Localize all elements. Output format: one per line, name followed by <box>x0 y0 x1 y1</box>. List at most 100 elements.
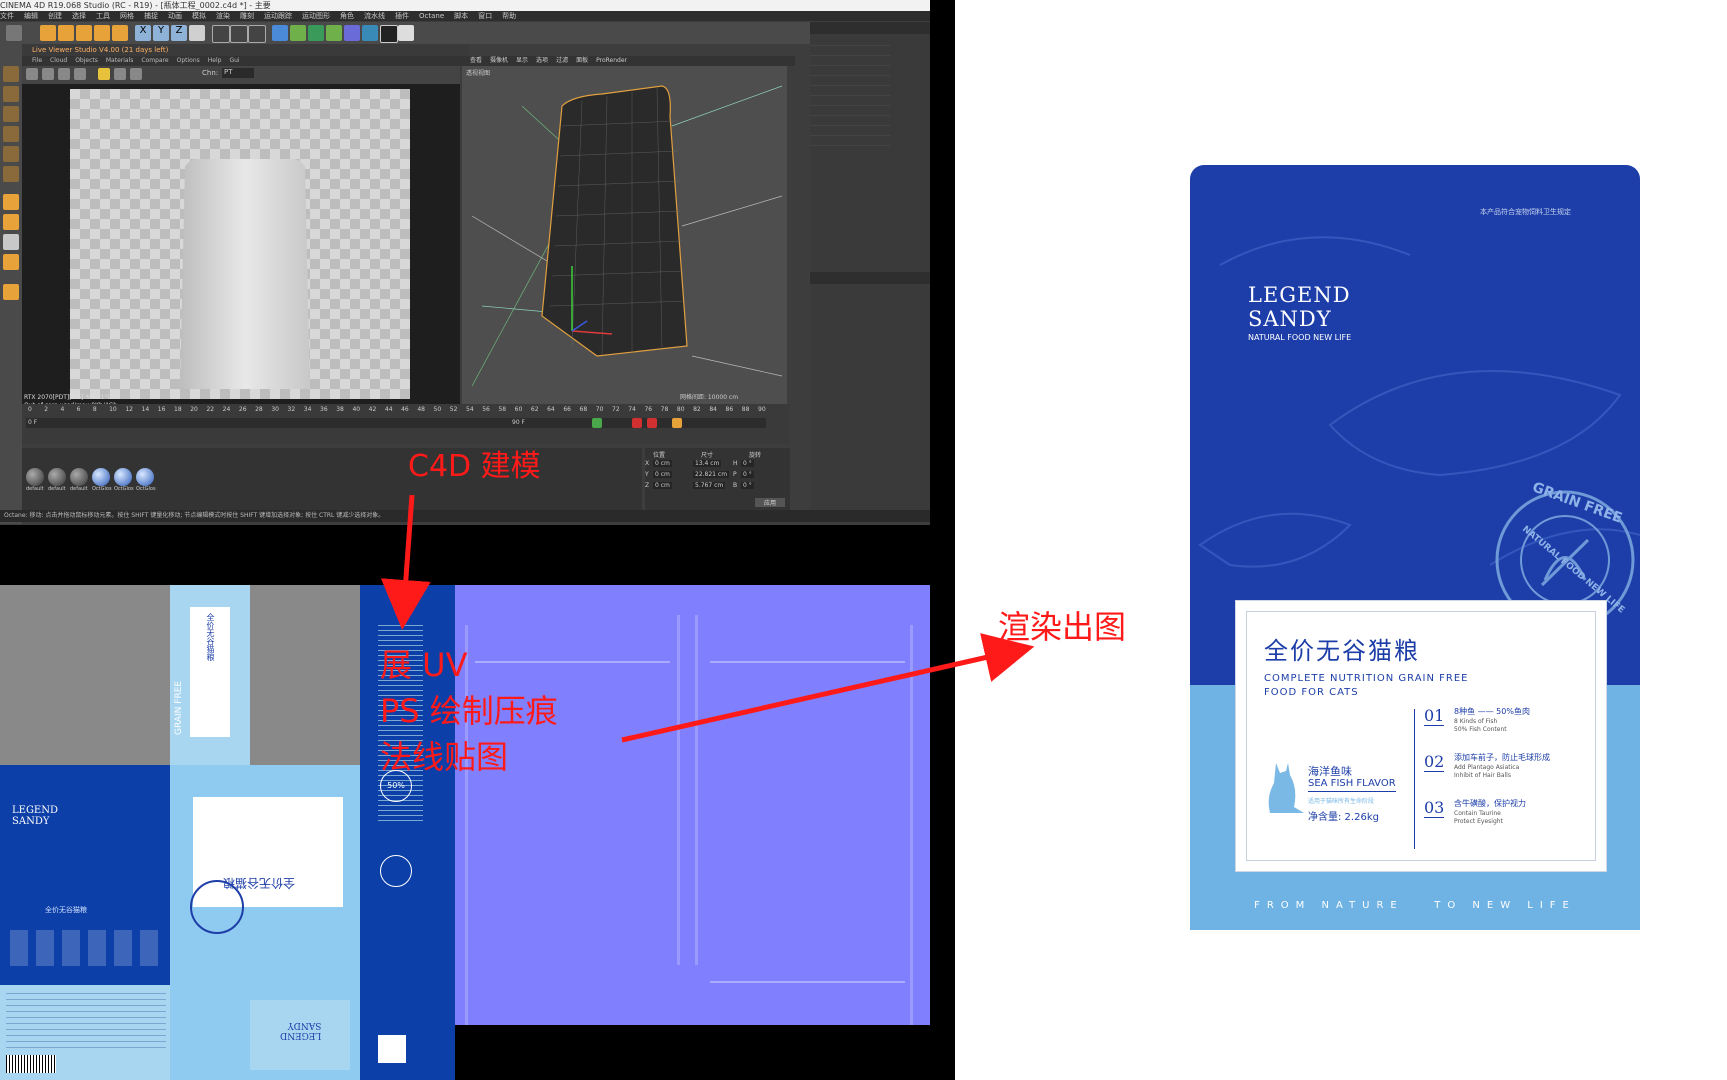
lv-menu-item[interactable]: Cloud <box>50 57 67 64</box>
camera-icon[interactable] <box>380 25 398 43</box>
menu-item[interactable]: 渲染 <box>216 12 230 20</box>
model-mode-icon[interactable] <box>3 66 19 82</box>
x-axis-icon[interactable]: X <box>135 25 151 41</box>
menu-item[interactable]: 工具 <box>96 12 110 20</box>
coord-cell[interactable]: 22.821 cm <box>693 471 730 478</box>
menu-item[interactable]: 运动图形 <box>302 12 330 20</box>
key-move-icon[interactable] <box>672 418 682 428</box>
lv-menu-item[interactable]: File <box>32 57 42 64</box>
apply-button[interactable]: 应用 <box>755 498 785 507</box>
chn-select[interactable]: PT <box>222 68 254 78</box>
tweak-mode-icon[interactable] <box>3 214 19 230</box>
menu-item[interactable]: 编辑 <box>24 12 38 20</box>
edges-mode-icon[interactable] <box>3 146 19 162</box>
deformer-icon[interactable] <box>344 25 360 41</box>
render-view-icon[interactable] <box>230 25 248 43</box>
menu-item[interactable]: 插件 <box>395 12 409 20</box>
move-tool-icon[interactable] <box>58 25 74 41</box>
array-icon[interactable] <box>326 25 342 41</box>
coord-cell[interactable]: 0 cm <box>653 482 672 489</box>
lv-menu-item[interactable]: Objects <box>75 57 98 64</box>
menu-item[interactable]: 创建 <box>48 12 62 20</box>
menu-item[interactable]: 脚本 <box>454 12 468 20</box>
render-region-icon[interactable] <box>212 25 230 43</box>
scale-tool-icon[interactable] <box>76 25 92 41</box>
lv-menu-item[interactable]: Options <box>177 57 200 64</box>
viewport-menu-item[interactable]: 过滤 <box>556 57 568 64</box>
menu-item[interactable]: 模拟 <box>192 12 206 20</box>
y-axis-icon[interactable]: Y <box>153 25 169 41</box>
lv-refresh-icon[interactable] <box>42 68 54 80</box>
light-icon[interactable] <box>398 25 414 41</box>
lv-stop-icon[interactable] <box>74 68 86 80</box>
coord-cell[interactable]: 0 ° <box>741 482 754 489</box>
coord-system-icon[interactable] <box>189 25 205 41</box>
lv-menu-item[interactable]: Materials <box>106 57 134 64</box>
material-swatch[interactable]: OctGlos <box>114 468 134 502</box>
menu-item[interactable]: 窗口 <box>478 12 492 20</box>
menu-item[interactable]: 文件 <box>0 12 14 20</box>
cube-icon[interactable] <box>272 25 288 41</box>
material-swatch[interactable]: OctGlos <box>136 468 156 502</box>
coord-cell[interactable]: 0 cm <box>653 471 672 478</box>
end-frame[interactable]: 90 F <box>512 419 525 426</box>
lv-menu-item[interactable]: Compare <box>141 57 168 64</box>
z-axis-icon[interactable]: Z <box>171 25 187 41</box>
play-icon[interactable] <box>592 418 602 428</box>
material-swatch[interactable]: default <box>48 468 68 502</box>
coord-cell[interactable]: 5.767 cm <box>693 482 726 489</box>
menu-item[interactable]: 角色 <box>340 12 354 20</box>
viewport-menu-item[interactable]: 显示 <box>516 57 528 64</box>
viewport-menu-item[interactable]: 面板 <box>576 57 588 64</box>
viewport-menu-item[interactable]: 查看 <box>470 57 482 64</box>
lv-sphere-icon[interactable] <box>114 68 126 80</box>
wireframe-view[interactable] <box>462 66 787 404</box>
workplane-icon[interactable] <box>3 106 19 122</box>
menu-item[interactable]: 雕刻 <box>240 12 254 20</box>
render-settings-icon[interactable] <box>248 25 266 43</box>
menu-item[interactable]: Octane <box>419 12 444 20</box>
menu-item[interactable]: 选择 <box>72 12 86 20</box>
spline-icon[interactable] <box>290 25 306 41</box>
viewport-menu-item[interactable]: 摄像机 <box>490 57 508 64</box>
material-swatch[interactable]: default <box>70 468 90 502</box>
coord-cell[interactable]: 0 cm <box>653 460 672 467</box>
points-mode-icon[interactable] <box>3 126 19 142</box>
record-icon[interactable] <box>632 418 642 428</box>
scene-icon[interactable] <box>362 25 378 41</box>
lock-icon[interactable] <box>3 254 19 270</box>
menu-item[interactable]: 捕捉 <box>144 12 158 20</box>
material-swatch[interactable]: default <box>26 468 46 502</box>
lv-region-icon[interactable] <box>130 68 142 80</box>
lv-menu-item[interactable]: Help <box>208 57 222 64</box>
menu-item[interactable]: 网格 <box>120 12 134 20</box>
viewport-menu-item[interactable]: 选项 <box>536 57 548 64</box>
menu-item[interactable]: 动画 <box>168 12 182 20</box>
menu-item[interactable]: 流水线 <box>364 12 385 20</box>
coord-cell[interactable]: 13.4 cm <box>693 460 722 467</box>
undo-icon[interactable] <box>6 25 22 41</box>
coord-cell[interactable]: 0 ° <box>741 471 754 478</box>
sculpt-icon[interactable] <box>3 284 19 300</box>
menu-item[interactable]: 运动跟踪 <box>264 12 292 20</box>
autokey-icon[interactable] <box>647 418 657 428</box>
start-frame[interactable]: 0 F <box>28 419 37 426</box>
lv-settings-icon[interactable] <box>26 68 38 80</box>
transform-tool-icon[interactable] <box>112 25 128 41</box>
object-list[interactable] <box>810 36 890 146</box>
lv-menu-item[interactable]: Gui <box>229 57 239 64</box>
snap-icon[interactable] <box>3 234 19 250</box>
polygons-mode-icon[interactable] <box>3 166 19 182</box>
viewport-menu-item[interactable]: ProRender <box>596 57 627 64</box>
rotate-tool-icon[interactable] <box>94 25 110 41</box>
menu-item[interactable]: 帮助 <box>502 12 516 20</box>
material-swatch[interactable]: OctGlos <box>92 468 112 502</box>
lv-lock-icon[interactable] <box>98 68 110 80</box>
timeline-ruler[interactable]: 0 2 4 6 8 10 12 14 16 18 20 22 24 26 28 30 32 34 36 38 40 42 4… <box>28 404 768 416</box>
coord-cell[interactable]: 0 ° <box>741 460 754 467</box>
select-tool-icon[interactable] <box>40 25 56 41</box>
nurbs-icon[interactable] <box>308 25 324 41</box>
axis-mode-icon[interactable] <box>3 194 19 210</box>
texture-mode-icon[interactable] <box>3 86 19 102</box>
lv-pause-icon[interactable] <box>58 68 70 80</box>
